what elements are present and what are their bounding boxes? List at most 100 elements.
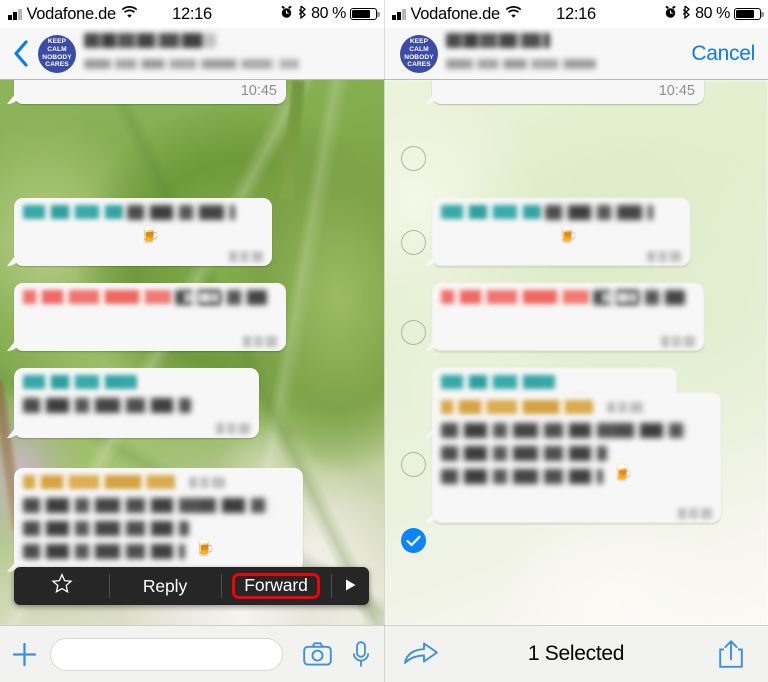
message-sender-name (441, 205, 541, 219)
message-bubble[interactable] (432, 283, 704, 351)
reply-button[interactable]: Reply (109, 567, 221, 605)
status-bar-right-group: 80 % (280, 4, 380, 24)
message-sender-suffix-redacted (184, 292, 220, 303)
selected-count-label: 1 Selected (527, 642, 625, 665)
chat-title-block[interactable] (76, 33, 384, 74)
message-sender-name (23, 475, 175, 489)
forward-button[interactable]: Forward (221, 567, 331, 605)
message-time-redacted (216, 423, 250, 434)
plus-icon[interactable] (0, 641, 50, 668)
share-export-icon[interactable] (694, 639, 768, 669)
group-avatar[interactable]: KEEP CALM NOBODY CARES (400, 34, 438, 73)
message-select-circle[interactable] (401, 320, 426, 345)
message-bubble[interactable]: 🍺 (432, 393, 721, 523)
group-avatar[interactable]: KEEP CALM NOBODY CARES (38, 34, 76, 73)
status-bar-right: Vodafone.de 12:16 80 % (384, 0, 768, 28)
chat-title-block[interactable] (438, 33, 691, 74)
star-message-button[interactable] (14, 567, 109, 605)
avatar-line-3: NOBODY (42, 53, 72, 61)
message-input[interactable] (49, 637, 283, 671)
cancel-button[interactable]: Cancel (691, 42, 768, 66)
message-select-circle[interactable] (401, 452, 426, 477)
camera-icon[interactable] (297, 642, 338, 666)
battery-percent-label: 80 % (695, 5, 730, 22)
message-time-redacted (661, 336, 695, 347)
avatar-line-4: CARES (407, 61, 431, 69)
reply-label: Reply (142, 575, 188, 596)
avatar-line-2: CALM (47, 45, 67, 53)
message-time: 10:45 (240, 83, 277, 99)
message-select-circle-checked[interactable] (401, 528, 426, 553)
message-text-redacted (23, 398, 191, 413)
bluetooth-icon (681, 4, 691, 24)
message-sender-name (441, 400, 593, 414)
back-chevron-icon[interactable] (4, 40, 38, 67)
participants-redacted (446, 59, 596, 69)
nav-bar-right: KEEP CALM NOBODY CARES Cancel (384, 28, 768, 80)
message-text-redacted (441, 423, 689, 438)
message-text-redacted-2 (23, 521, 189, 536)
more-options-button[interactable] (331, 567, 369, 605)
message-time-redacted (678, 508, 712, 519)
battery-icon (350, 7, 380, 21)
avatar-line-1: KEEP (47, 37, 67, 45)
message-sender-name (441, 290, 589, 304)
message-sender-name (23, 375, 137, 389)
message-text-redacted (545, 205, 654, 220)
message-sender-name (23, 290, 171, 304)
right-phone-screen: Vodafone.de 12:16 80 % KEEP CALM NOBODY … (384, 0, 768, 682)
avatar-line-2: CALM (409, 45, 429, 53)
nav-bar-left: KEEP CALM NOBODY CARES (0, 28, 384, 80)
battery-percent-label: 80 % (311, 5, 346, 22)
triangle-right-icon (344, 576, 357, 597)
selection-action-bar: 1 Selected (384, 625, 768, 682)
group-name-redacted (446, 33, 550, 48)
message-select-circle[interactable] (401, 146, 426, 171)
beer-emoji: 🍺 (139, 225, 161, 244)
dual-screenshot-root: Vodafone.de 12:16 80 % KEEP CALM NOBODY … (0, 0, 768, 682)
chat-scroll-right[interactable]: 10:45 🍺 🍺 (384, 80, 768, 625)
message-sender-name (441, 375, 555, 389)
message-bubble[interactable]: 🍺 (14, 198, 272, 266)
panel-divider (384, 0, 385, 682)
left-phone-screen: Vodafone.de 12:16 80 % KEEP CALM NOBODY … (0, 0, 384, 682)
alarm-clock-icon (664, 5, 677, 24)
message-time-redacted (229, 251, 263, 262)
message-time-redacted (243, 336, 277, 347)
microphone-icon[interactable] (338, 640, 384, 668)
message-bubble[interactable]: 🍺 (432, 198, 690, 266)
message-sender-name (23, 205, 123, 219)
message-bubble[interactable] (14, 368, 259, 438)
message-sender-suffix-redacted (189, 477, 225, 488)
message-text-redacted-2 (441, 446, 607, 461)
message-bubble[interactable]: 🍺 (14, 468, 303, 572)
alarm-clock-icon (280, 5, 293, 24)
message-bubble-clipped[interactable]: 10:45 (432, 80, 704, 104)
message-bubble-clipped[interactable]: 10:45 (14, 80, 286, 104)
message-sender-suffix-redacted (607, 402, 643, 413)
message-context-menu: Reply Forward (14, 567, 369, 605)
group-name-redacted (84, 33, 216, 48)
message-sender-suffix-redacted (602, 292, 638, 303)
chat-wallpaper-faded (384, 80, 768, 625)
avatar-line-4: CARES (45, 61, 69, 69)
beer-emoji: 🍺 (194, 538, 216, 557)
message-text-redacted-3 (23, 544, 185, 559)
avatar-line-3: NOBODY (404, 53, 434, 61)
avatar-line-1: KEEP (409, 37, 429, 45)
message-bubble[interactable] (14, 283, 286, 351)
beer-emoji: 🍺 (612, 463, 634, 482)
status-bar-left: Vodafone.de 12:16 80 % (0, 0, 384, 28)
participants-redacted (84, 59, 299, 69)
message-time: 10:45 (658, 83, 695, 99)
chat-scroll-left[interactable]: 10:45 🍺 🍺 Reply Forward (0, 80, 384, 625)
message-time-redacted (647, 251, 681, 262)
forward-arrow-icon[interactable] (384, 641, 458, 667)
message-text-redacted (127, 205, 236, 220)
message-select-circle[interactable] (401, 230, 426, 255)
message-text-redacted-3 (441, 469, 603, 484)
battery-icon (734, 7, 764, 21)
status-bar-right-group: 80 % (664, 4, 764, 24)
message-composer-bar (0, 625, 384, 682)
beer-emoji: 🍺 (557, 225, 579, 244)
